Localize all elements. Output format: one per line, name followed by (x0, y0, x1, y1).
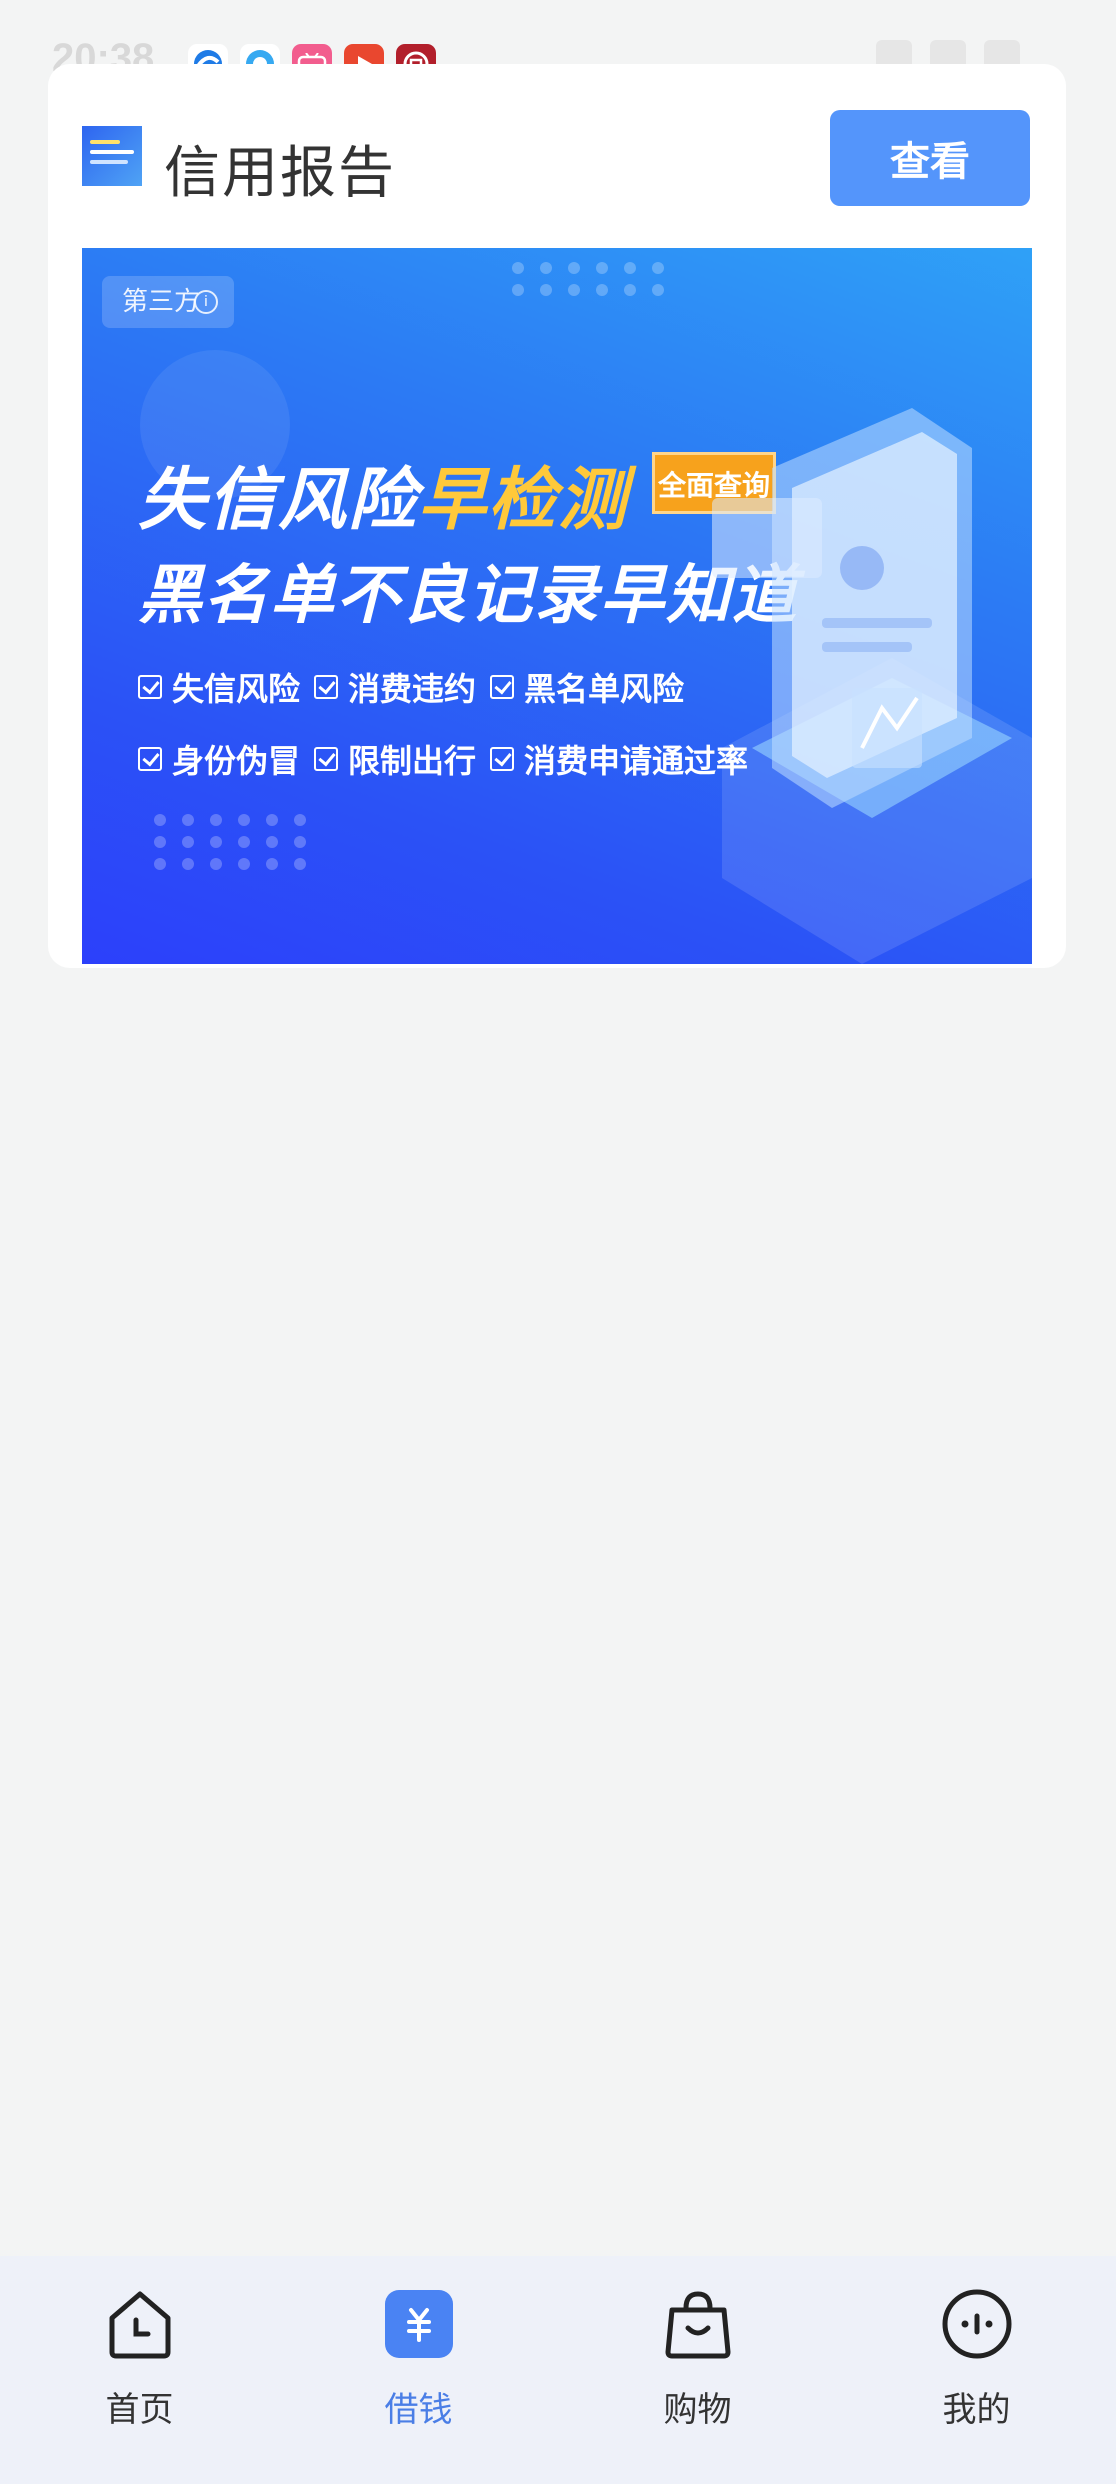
card-title: 信用报告 (164, 141, 396, 206)
banner-headline: 失信风险早检测 (138, 444, 628, 543)
nav-label: 购物 (663, 2390, 732, 2430)
shopping-bag-icon (660, 2286, 736, 2362)
nav-label: 我的 (942, 2390, 1011, 2430)
checkbox-icon (138, 675, 162, 699)
feature-item: 身份伪冒 (138, 736, 314, 782)
feature-label: 消费违约 (348, 670, 477, 708)
credit-report-card: 信用报告 查看 第三方 i 失信风险早检测 全面查询 黑名单不良记录早知道 失信… (48, 64, 1066, 968)
feature-item: 限制出行 (314, 736, 490, 782)
checkbox-icon (490, 675, 514, 699)
feature-list: 失信风险 消费违约 黑名单风险 身份伪冒 限制出行 消费申请通过率 (138, 664, 758, 782)
headline-highlight: 早检测 (418, 461, 629, 540)
third-party-tag: 第三方 i (102, 276, 234, 328)
phone-report-illustration (712, 408, 1032, 964)
nav-item-loan[interactable]: 借钱 (279, 2256, 558, 2484)
feature-item: 黑名单风险 (490, 664, 740, 710)
feature-item: 消费申请通过率 (490, 736, 748, 782)
feature-label: 失信风险 (172, 670, 301, 708)
nav-label: 借钱 (384, 2390, 453, 2430)
bottom-navigation: 首页 借钱 购物 我的 (0, 2256, 1116, 2484)
decorative-dots (154, 814, 312, 870)
loan-icon (381, 2286, 457, 2362)
feature-item: 消费违约 (314, 664, 490, 710)
profile-chat-icon (939, 2286, 1015, 2362)
info-icon: i (194, 290, 218, 314)
view-button[interactable]: 查看 (830, 110, 1030, 206)
nav-item-profile[interactable]: 我的 (837, 2256, 1116, 2484)
headline-prefix: 失信风险 (138, 461, 419, 540)
decorative-dots (512, 262, 670, 296)
credit-check-banner[interactable]: 第三方 i 失信风险早检测 全面查询 黑名单不良记录早知道 失信风险 消费违约 … (82, 248, 1032, 964)
banner-subheadline: 黑名单不良记录早知道 (138, 559, 798, 633)
third-party-tag-label: 第三方 (122, 287, 201, 317)
checkbox-icon (314, 675, 338, 699)
feature-label: 身份伪冒 (172, 742, 301, 780)
nav-item-shopping[interactable]: 购物 (558, 2256, 837, 2484)
nav-label: 首页 (105, 2390, 174, 2430)
checkbox-icon (490, 747, 514, 771)
feature-item: 失信风险 (138, 664, 314, 710)
card-header: 信用报告 查看 (82, 110, 1030, 206)
feature-label: 限制出行 (348, 742, 477, 780)
checkbox-icon (314, 747, 338, 771)
home-icon (102, 2286, 178, 2362)
checkbox-icon (138, 747, 162, 771)
nav-item-home[interactable]: 首页 (0, 2256, 279, 2484)
feature-label: 黑名单风险 (524, 670, 685, 708)
credit-report-thumbnail (82, 126, 142, 186)
